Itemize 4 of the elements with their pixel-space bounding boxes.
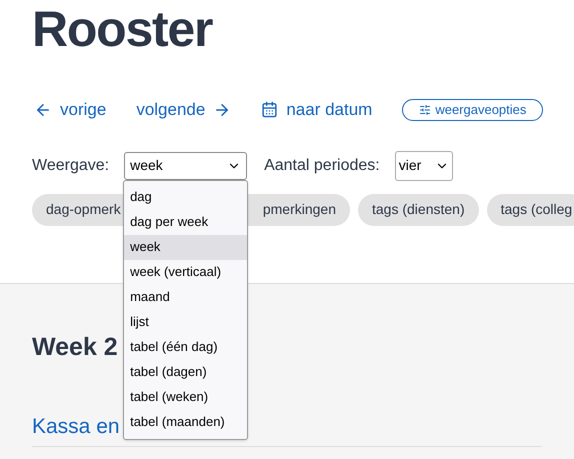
page-title: Rooster: [32, 0, 214, 54]
periods-label: Aantal periodes:: [264, 156, 380, 176]
week-heading: Week 2: [32, 332, 118, 363]
view-label: Weergave:: [32, 156, 110, 176]
